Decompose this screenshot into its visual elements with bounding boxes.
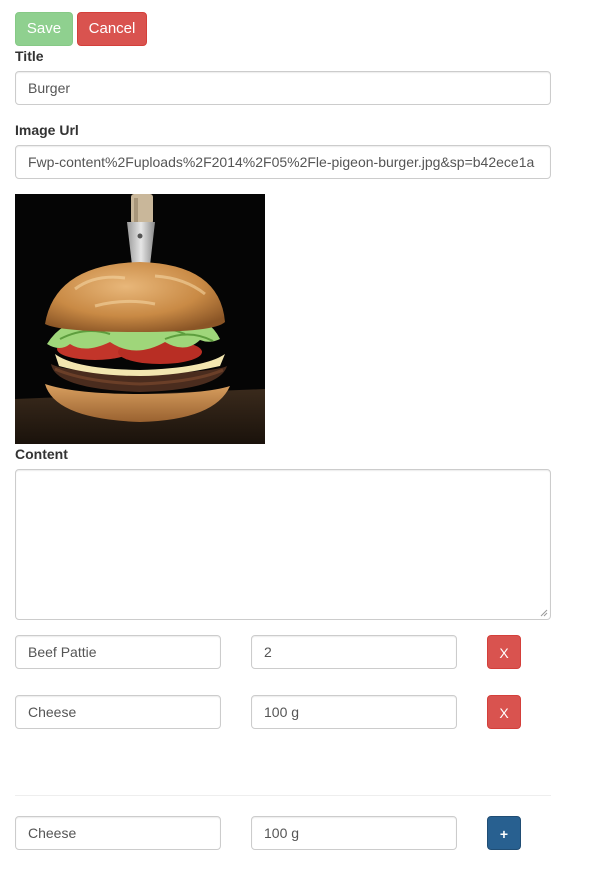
resize-grip-icon[interactable]	[540, 609, 548, 617]
new-ingredient-quantity-input[interactable]: 100 g	[251, 816, 457, 850]
add-ingredient-button[interactable]: +	[487, 816, 521, 850]
ingredient-quantity-input[interactable]: 100 g	[251, 695, 457, 729]
remove-ingredient-button[interactable]: X	[487, 695, 521, 729]
content-label: Content	[15, 446, 68, 462]
save-button[interactable]: Save	[15, 12, 73, 46]
remove-ingredient-button[interactable]: X	[487, 635, 521, 669]
divider	[15, 795, 551, 796]
image-url-input[interactable]: Fwp-content%2Fuploads%2F2014%2F05%2Fle-p…	[15, 145, 551, 179]
title-label: Title	[15, 48, 44, 64]
ingredient-name-input[interactable]: Cheese	[15, 695, 221, 729]
ingredient-quantity-input[interactable]: 2	[251, 635, 457, 669]
cancel-button[interactable]: Cancel	[77, 12, 147, 46]
burger-image	[15, 194, 265, 444]
new-ingredient-name-input[interactable]: Cheese	[15, 816, 221, 850]
content-textarea[interactable]	[15, 469, 551, 620]
image-url-label: Image Url	[15, 122, 79, 138]
title-input[interactable]: Burger	[15, 71, 551, 105]
ingredient-name-input[interactable]: Beef Pattie	[15, 635, 221, 669]
